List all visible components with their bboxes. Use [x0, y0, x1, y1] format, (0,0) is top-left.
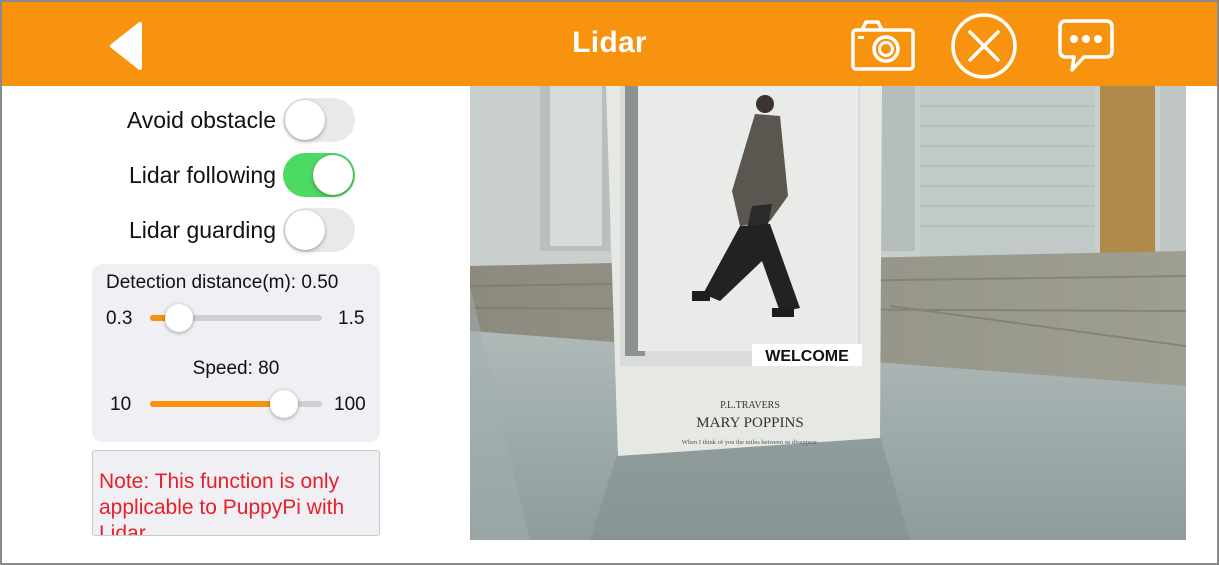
detection-distance-label: Detection distance(m): 0.50 [106, 272, 339, 293]
avoid-obstacle-label: Avoid obstacle [126, 107, 276, 133]
app-window: Lidar Avoid obstacle Lidar following Lid… [0, 0, 1219, 565]
note-text: Note: This function is only applicable t… [99, 470, 345, 536]
detection-max-label: 1.5 [338, 308, 365, 329]
slider-fill [150, 401, 284, 407]
camera-feed: WELCOME P.L.TRAVERS MARY POPPINS When I … [470, 86, 1186, 540]
speed-label: Speed: 80 [192, 358, 280, 379]
chat-button[interactable] [1056, 16, 1116, 76]
settings-card: Detection distance(m): 0.50 0.3 1.5 Spee… [92, 264, 380, 442]
poster-author-text: P.L.TRAVERS [720, 400, 780, 411]
lidar-guarding-switch[interactable] [283, 208, 355, 252]
lidar-following-label: Lidar following [128, 162, 276, 188]
avoid-obstacle-row: Avoid obstacle [2, 98, 362, 142]
slider-thumb[interactable] [269, 390, 298, 418]
lidar-following-switch[interactable] [283, 153, 355, 197]
camera-icon [851, 20, 915, 71]
camera-feed-image: WELCOME P.L.TRAVERS MARY POPPINS When I … [470, 86, 1186, 540]
close-button[interactable] [950, 12, 1018, 80]
speed-min-label: 10 [110, 394, 132, 415]
poster-tagline-text: When I think of you the miles between us… [682, 439, 819, 446]
speed-slider[interactable] [150, 389, 322, 419]
note-box: Note: This function is only applicable t… [92, 450, 380, 536]
poster-welcome-text: WELCOME [765, 348, 849, 365]
poster-title-text: MARY POPPINS [696, 415, 803, 431]
close-circle-icon [951, 13, 1017, 79]
speed-max-label: 100 [334, 394, 366, 415]
switch-knob [285, 100, 325, 140]
detection-distance-slider[interactable] [150, 303, 322, 333]
camera-button[interactable] [850, 18, 916, 72]
lidar-guarding-label: Lidar guarding [128, 217, 276, 243]
chat-bubble-icon [1058, 19, 1114, 72]
lidar-guarding-row: Lidar guarding [2, 208, 362, 252]
switch-knob [285, 210, 325, 250]
switch-knob [313, 155, 353, 195]
page-title: Lidar [572, 26, 647, 59]
header-bar: Lidar [2, 2, 1217, 86]
avoid-obstacle-switch[interactable] [283, 98, 355, 142]
lidar-following-row: Lidar following [2, 153, 362, 197]
detection-min-label: 0.3 [106, 308, 133, 329]
slider-thumb[interactable] [164, 304, 193, 332]
